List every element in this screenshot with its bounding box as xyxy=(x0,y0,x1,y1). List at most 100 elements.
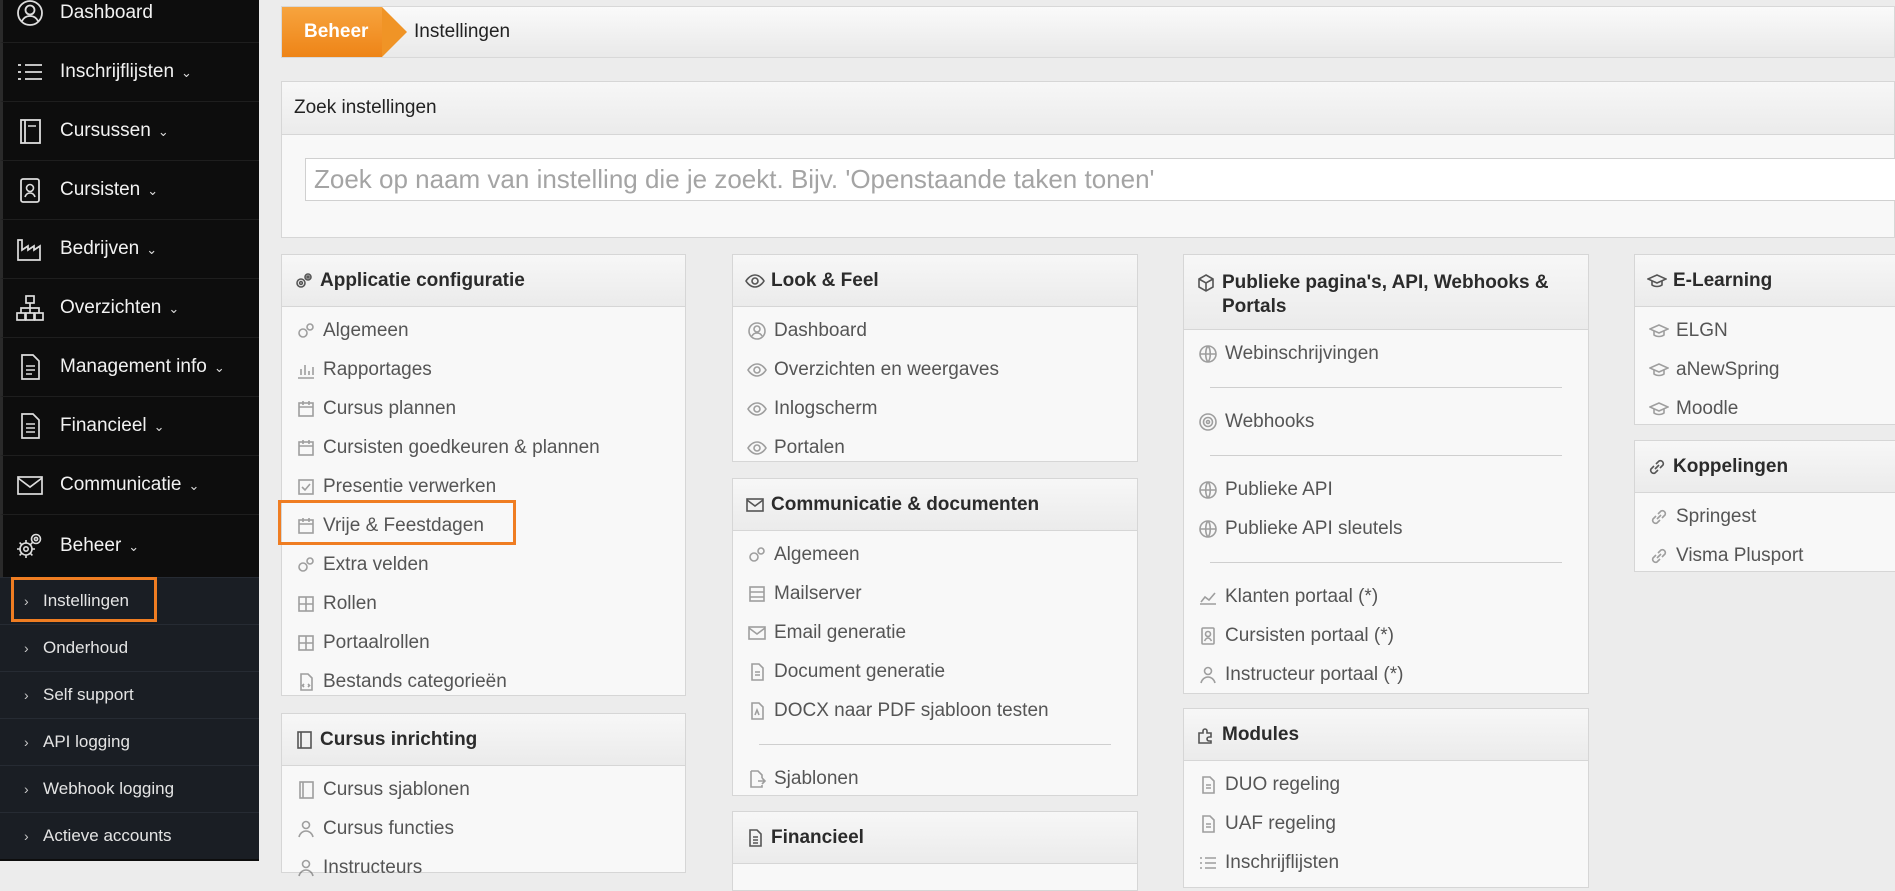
settings-link-rollen[interactable]: Rollen xyxy=(282,584,685,623)
gears-icon xyxy=(298,322,314,338)
settings-link-cursisten-goedkeuren[interactable]: Cursisten goedkeuren & plannen xyxy=(282,428,685,467)
settings-link-algemeen[interactable]: Algemeen xyxy=(282,311,685,350)
settings-link-mailserver[interactable]: Mailserver xyxy=(733,574,1137,613)
settings-link-label: Presentie verwerken xyxy=(323,475,497,497)
sidebar-item-management-info[interactable]: Management info ⌄ xyxy=(0,337,259,396)
breadcrumb-arrow xyxy=(382,7,407,57)
settings-link-cursus-functies[interactable]: Cursus functies xyxy=(282,809,685,848)
graduation-cap-icon xyxy=(1649,362,1669,376)
submenu-item-actieve-accounts[interactable]: › Actieve accounts xyxy=(0,812,259,859)
settings-link-label: Publieke API xyxy=(1225,478,1333,500)
card-title: Publieke pagina's, API, Webhooks & Porta… xyxy=(1222,272,1549,317)
calendar-icon xyxy=(298,517,314,534)
card-look-feel: Look & Feel Dashboard Overzichten en wee… xyxy=(732,254,1138,462)
cube-icon xyxy=(1198,274,1214,292)
settings-link-document-generatie[interactable]: Document generatie xyxy=(733,652,1137,691)
settings-link-portaalrollen[interactable]: Portaalrollen xyxy=(282,623,685,662)
sidebar-item-beheer[interactable]: Beheer ⌄ xyxy=(0,514,259,577)
settings-link-cursus-plannen[interactable]: Cursus plannen xyxy=(282,389,685,428)
settings-link-anewspring[interactable]: aNewSpring xyxy=(1635,350,1895,389)
sidebar-item-inschrijflijsten[interactable]: Inschrijflijsten ⌄ xyxy=(0,42,259,101)
settings-link-springest[interactable]: Springest xyxy=(1635,497,1895,536)
link-icon xyxy=(1649,459,1665,474)
settings-link-vrije-feestdagen[interactable]: Vrije & Feestdagen xyxy=(282,506,685,545)
settings-link-docx-pdf[interactable]: DOCX naar PDF sjabloon testen xyxy=(733,691,1137,730)
chevron-down-icon: ⌄ xyxy=(188,478,200,493)
bar-chart-icon xyxy=(298,364,314,379)
settings-link-elgn[interactable]: ELGN xyxy=(1635,311,1895,350)
settings-link-label: Extra velden xyxy=(323,553,429,575)
settings-link-instructeurs[interactable]: Instructeurs xyxy=(282,848,685,887)
settings-link-label: ELGN xyxy=(1676,319,1728,341)
gears-icon xyxy=(749,546,765,562)
submenu-item-label: Webhook logging xyxy=(43,779,175,798)
globe-icon xyxy=(1199,344,1217,363)
settings-link-label: Klanten portaal (*) xyxy=(1225,585,1379,607)
sidebar-item-label: Overzichten xyxy=(60,297,162,318)
settings-link-webinschrijvingen[interactable]: Webinschrijvingen xyxy=(1184,334,1588,373)
document-icon xyxy=(1202,775,1215,794)
sidebar-item-label: Bedrijven xyxy=(60,238,140,259)
settings-link-label: Inschrijflijsten xyxy=(1225,851,1340,873)
id-badge-icon xyxy=(1201,626,1215,645)
chevron-down-icon: ⌄ xyxy=(181,65,192,80)
settings-link-presentie-verwerken[interactable]: Presentie verwerken xyxy=(282,467,685,506)
sidebar-item-label: Financieel xyxy=(60,415,147,436)
settings-link-moodle[interactable]: Moodle xyxy=(1635,389,1895,428)
settings-link-inschrijflijsten[interactable]: Inschrijflijsten xyxy=(1184,843,1588,882)
card-title: Modules xyxy=(1222,723,1300,745)
settings-link-com-algemeen[interactable]: Algemeen xyxy=(733,535,1137,574)
settings-link-extra-velden[interactable]: Extra velden xyxy=(282,545,685,584)
settings-link-publieke-api-sleutels[interactable]: Publieke API sleutels xyxy=(1184,509,1588,548)
settings-link-instructeur-portaal[interactable]: Instructeur portaal (*) xyxy=(1184,655,1588,694)
submenu-item-api-logging[interactable]: › API logging xyxy=(0,718,259,765)
settings-link-overzichten-weergaves[interactable]: Overzichten en weergaves xyxy=(733,350,1137,389)
settings-link-inlogscherm[interactable]: Inlogscherm xyxy=(733,389,1137,428)
card-applicatie-configuratie: Applicatie configuratie Algemeen Rapport… xyxy=(281,254,686,696)
settings-link-bestands-categorieen[interactable]: Bestands categorieën xyxy=(282,662,685,701)
settings-link-label: Webinschrijvingen xyxy=(1225,342,1379,364)
settings-link-visma-plusport[interactable]: Visma Plusport xyxy=(1635,536,1895,575)
settings-link-webhooks[interactable]: Webhooks xyxy=(1184,402,1588,441)
settings-link-duo-regeling[interactable]: DUO regeling xyxy=(1184,765,1588,804)
settings-link-sjablonen[interactable]: Sjablonen xyxy=(733,759,1137,798)
card-modules: Modules DUO regeling UAF regeling Inschr… xyxy=(1183,708,1589,888)
settings-link-label: Mailserver xyxy=(774,582,862,604)
submenu-item-onderhoud[interactable]: › Onderhoud xyxy=(0,624,259,671)
globe-icon xyxy=(1199,480,1217,499)
settings-link-cursus-sjablonen[interactable]: Cursus sjablonen xyxy=(282,770,685,809)
settings-link-rapportages[interactable]: Rapportages xyxy=(282,350,685,389)
settings-link-publieke-api[interactable]: Publieke API xyxy=(1184,470,1588,509)
card-title: E-Learning xyxy=(1673,269,1773,291)
breadcrumb-beheer[interactable]: Beheer xyxy=(282,7,382,57)
settings-link-klanten-portaal[interactable]: Klanten portaal (*) xyxy=(1184,577,1588,616)
submenu-item-label: Self support xyxy=(43,685,134,704)
submenu-item-self-support[interactable]: › Self support xyxy=(0,671,259,718)
book-icon xyxy=(297,730,312,749)
settings-link-dashboard[interactable]: Dashboard xyxy=(733,311,1137,350)
submenu-item-label: Onderhoud xyxy=(43,638,129,657)
settings-link-portalen[interactable]: Portalen xyxy=(733,428,1137,467)
sidebar-item-cursisten[interactable]: Cursisten ⌄ xyxy=(0,160,259,219)
sidebar-item-financieel[interactable]: Financieel ⌄ xyxy=(0,396,259,455)
chevron-down-icon: ⌄ xyxy=(147,183,159,198)
settings-link-email-generatie[interactable]: Email generatie xyxy=(733,613,1137,652)
graduation-cap-icon xyxy=(1649,323,1669,337)
submenu-item-webhook-logging[interactable]: › Webhook logging xyxy=(0,765,259,812)
settings-link-uaf-regeling[interactable]: UAF regeling xyxy=(1184,804,1588,843)
sidebar-item-dashboard[interactable]: Dashboard xyxy=(0,0,259,42)
submenu-item-instellingen[interactable]: › Instellingen xyxy=(0,577,259,624)
sidebar-item-bedrijven[interactable]: Bedrijven ⌄ xyxy=(0,219,259,278)
search-input[interactable] xyxy=(305,158,1895,201)
divider xyxy=(1184,441,1588,470)
settings-link-label: Algemeen xyxy=(323,319,409,341)
sidebar-item-cursussen[interactable]: Cursussen ⌄ xyxy=(0,101,259,160)
chevron-down-icon: ⌄ xyxy=(128,539,140,554)
file-code-icon xyxy=(300,672,313,691)
sidebar-item-communicatie[interactable]: Communicatie ⌄ xyxy=(0,455,259,514)
breadcrumb: Beheer Instellingen xyxy=(281,6,1895,58)
chevron-right-icon: › xyxy=(24,828,29,844)
sidebar-item-overzichten[interactable]: Overzichten ⌄ xyxy=(0,278,259,337)
settings-link-cursisten-portaal[interactable]: Cursisten portaal (*) xyxy=(1184,616,1588,655)
card-e-learning: E-Learning ELGN aNewSpring Moodle xyxy=(1634,254,1895,425)
